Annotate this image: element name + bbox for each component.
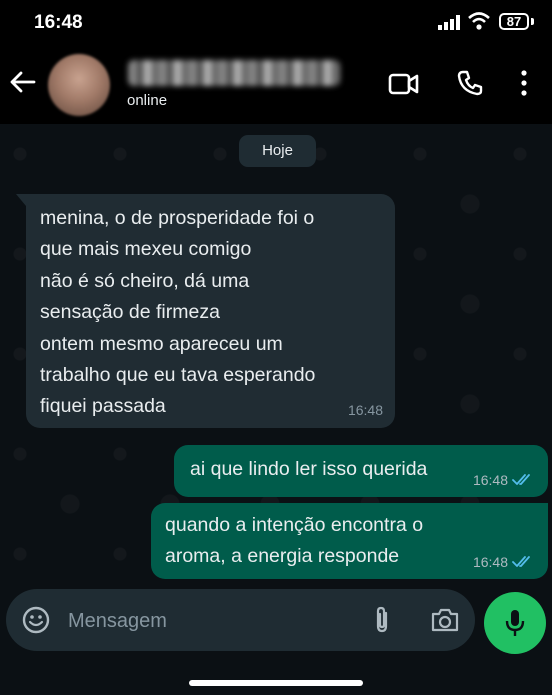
home-indicator[interactable] xyxy=(189,680,363,686)
message-incoming[interactable]: menina, o de prosperidade foi o que mais… xyxy=(16,194,395,428)
bubble-tail xyxy=(16,194,26,206)
message-outgoing[interactable]: ai que lindo ler isso querida 16:48 xyxy=(174,445,548,497)
status-bar: 16:48 87 xyxy=(0,0,552,46)
avatar[interactable] xyxy=(48,54,110,116)
message-time: 16:48 xyxy=(472,554,508,570)
message-meta: 16:48 xyxy=(473,472,534,488)
message-outgoing[interactable]: quando a intenção encontra o aroma, a en… xyxy=(151,503,548,579)
message-text: quando a intenção encontra o aroma, a en… xyxy=(165,514,424,567)
read-receipt-icon xyxy=(512,474,530,485)
back-arrow-icon[interactable] xyxy=(8,70,36,94)
message-time: 16:48 xyxy=(472,472,508,488)
message-meta: 16:48 xyxy=(473,554,534,570)
message-text: menina, o de prosperidade foi o que mais… xyxy=(40,207,316,418)
voice-call-icon[interactable] xyxy=(456,69,484,97)
mic-button[interactable] xyxy=(484,592,546,654)
message-input[interactable] xyxy=(66,606,320,636)
video-call-icon[interactable] xyxy=(388,72,420,96)
attach-icon[interactable] xyxy=(372,605,392,635)
wifi-icon xyxy=(468,12,490,30)
battery-indicator: 87 xyxy=(499,13,529,30)
clock: 16:48 xyxy=(34,12,83,33)
camera-icon[interactable] xyxy=(430,607,460,633)
message-text: ai que lindo ler isso querida xyxy=(190,458,428,480)
contact-name-redacted[interactable] xyxy=(128,60,340,86)
contact-status: online xyxy=(127,92,168,109)
message-time: 16:48 xyxy=(347,402,383,418)
emoji-icon[interactable] xyxy=(22,606,50,634)
chat-header: online xyxy=(0,46,552,124)
signal-icon xyxy=(438,15,460,30)
more-options-icon[interactable] xyxy=(520,70,528,96)
date-separator: Hoje xyxy=(239,135,316,167)
battery-tip xyxy=(531,18,534,25)
read-receipt-icon xyxy=(512,556,530,567)
message-composer xyxy=(6,589,475,651)
mic-icon xyxy=(505,610,525,636)
